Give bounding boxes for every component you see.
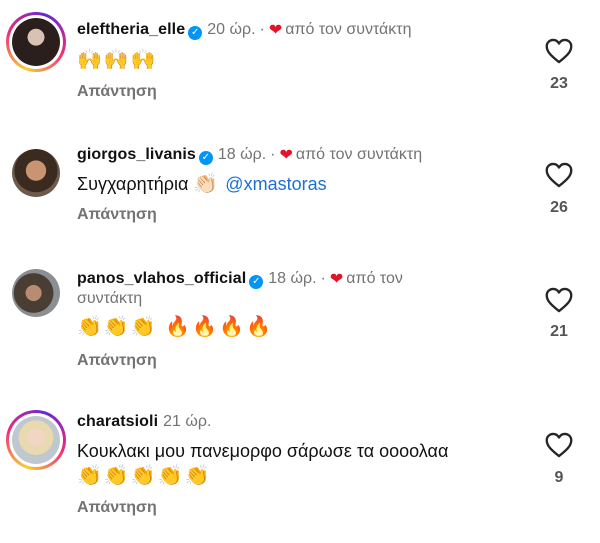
avatar[interactable]	[6, 12, 66, 72]
heart-filled-icon: ❤	[268, 22, 283, 39]
comment-text: Συγχαρητήρια 👏🏻 @xmastoras	[77, 172, 327, 196]
avatar[interactable]	[6, 143, 66, 203]
verified-badge-icon: ✓	[249, 275, 264, 289]
like-count: 23	[550, 75, 568, 92]
author-like-label-continued: συντάκτη	[77, 289, 142, 309]
author-like-label: από τον συντάκτη	[295, 146, 423, 163]
comment-time: 20 ώρ.	[207, 21, 256, 38]
comment-text: 🙌🙌🙌	[77, 48, 158, 72]
verified-badge-icon: ✓	[188, 26, 203, 40]
avatar[interactable]	[6, 263, 66, 323]
author-like-label: από τον	[346, 270, 403, 287]
comment-item: charatsioli 21 ώρ. Κουκλακι μου πανεμορφο…	[0, 400, 600, 543]
reply-button[interactable]: Απάντηση	[77, 499, 157, 517]
comment-body: Κουκλακι μου πανεμορφο σάρωσε τα οοοολαα	[77, 441, 449, 461]
like-count: 21	[550, 323, 568, 340]
comment-emoji: 👏👏👏👏👏	[77, 465, 212, 487]
comment-meta: eleftheria_elle ✓ 20 ώρ. · ❤ από τον συντάκτη	[77, 20, 412, 41]
reply-button[interactable]: Απάντηση	[77, 352, 157, 370]
comment-body: Συγχαρητήρια	[77, 174, 189, 194]
avatar-photo	[12, 269, 60, 317]
avatar-photo	[12, 416, 60, 464]
username-link[interactable]: charatsioli	[77, 413, 158, 430]
username-link[interactable]: eleftheria_elle	[77, 21, 185, 38]
avatar[interactable]	[6, 410, 66, 470]
username-link[interactable]: giorgos_livanis	[77, 146, 196, 163]
heart-filled-icon: ❤	[329, 271, 344, 288]
mention-link[interactable]: @xmastoras	[225, 174, 326, 194]
avatar-photo	[12, 18, 60, 66]
heart-outline-icon[interactable]	[545, 162, 573, 188]
author-like-label: συντάκτη	[77, 290, 143, 307]
reply-button[interactable]: Απάντηση	[77, 83, 157, 101]
comment-meta: panos_vlahos_official ✓ 18 ώρ. · ❤ από τον	[77, 269, 403, 290]
avatar-photo	[12, 149, 60, 197]
comment-item: eleftheria_elle ✓ 20 ώρ. · ❤ από τον συντάκτη…	[0, 0, 600, 125]
username-link[interactable]: panos_vlahos_official	[77, 270, 246, 287]
comment-text-line2: 👏👏👏👏👏	[77, 464, 212, 488]
like-count: 26	[550, 199, 568, 216]
verified-badge-icon: ✓	[198, 151, 213, 165]
comment-meta: charatsioli 21 ώρ.	[77, 412, 211, 432]
heart-outline-icon[interactable]	[545, 38, 573, 64]
comment-text: Κουκλακι μου πανεμορφο σάρωσε τα οοοολαα	[77, 439, 448, 463]
comment-emoji: 👏🏻	[193, 173, 221, 195]
heart-outline-icon[interactable]	[545, 287, 573, 313]
heart-filled-icon: ❤	[279, 147, 293, 164]
comment-time: 18 ώρ.	[268, 270, 317, 287]
like-count: 9	[554, 469, 564, 486]
comment-time: 18 ώρ.	[217, 146, 267, 163]
separator: ·	[259, 21, 265, 38]
comment-item: panos_vlahos_official ✓ 18 ώρ. · ❤ από τον συ…	[0, 255, 600, 400]
author-like-label: από τον συντάκτη	[285, 21, 412, 38]
comment-item: giorgos_livanis ✓ 18 ώρ. · ❤ από τον συντάκτη…	[0, 125, 600, 255]
separator: ·	[270, 146, 276, 163]
comment-time: 21 ώρ.	[163, 413, 212, 430]
comment-meta: giorgos_livanis ✓ 18 ώρ. · ❤ από τον συντάκτη	[77, 145, 422, 166]
comment-emoji: 👏👏👏 🔥🔥🔥🔥	[77, 316, 273, 338]
comment-emoji: 🙌🙌🙌	[77, 49, 158, 71]
separator: ·	[320, 270, 326, 287]
heart-outline-icon[interactable]	[545, 432, 573, 458]
comment-text: 👏👏👏 🔥🔥🔥🔥	[77, 315, 273, 339]
reply-button[interactable]: Απάντηση	[77, 206, 157, 224]
